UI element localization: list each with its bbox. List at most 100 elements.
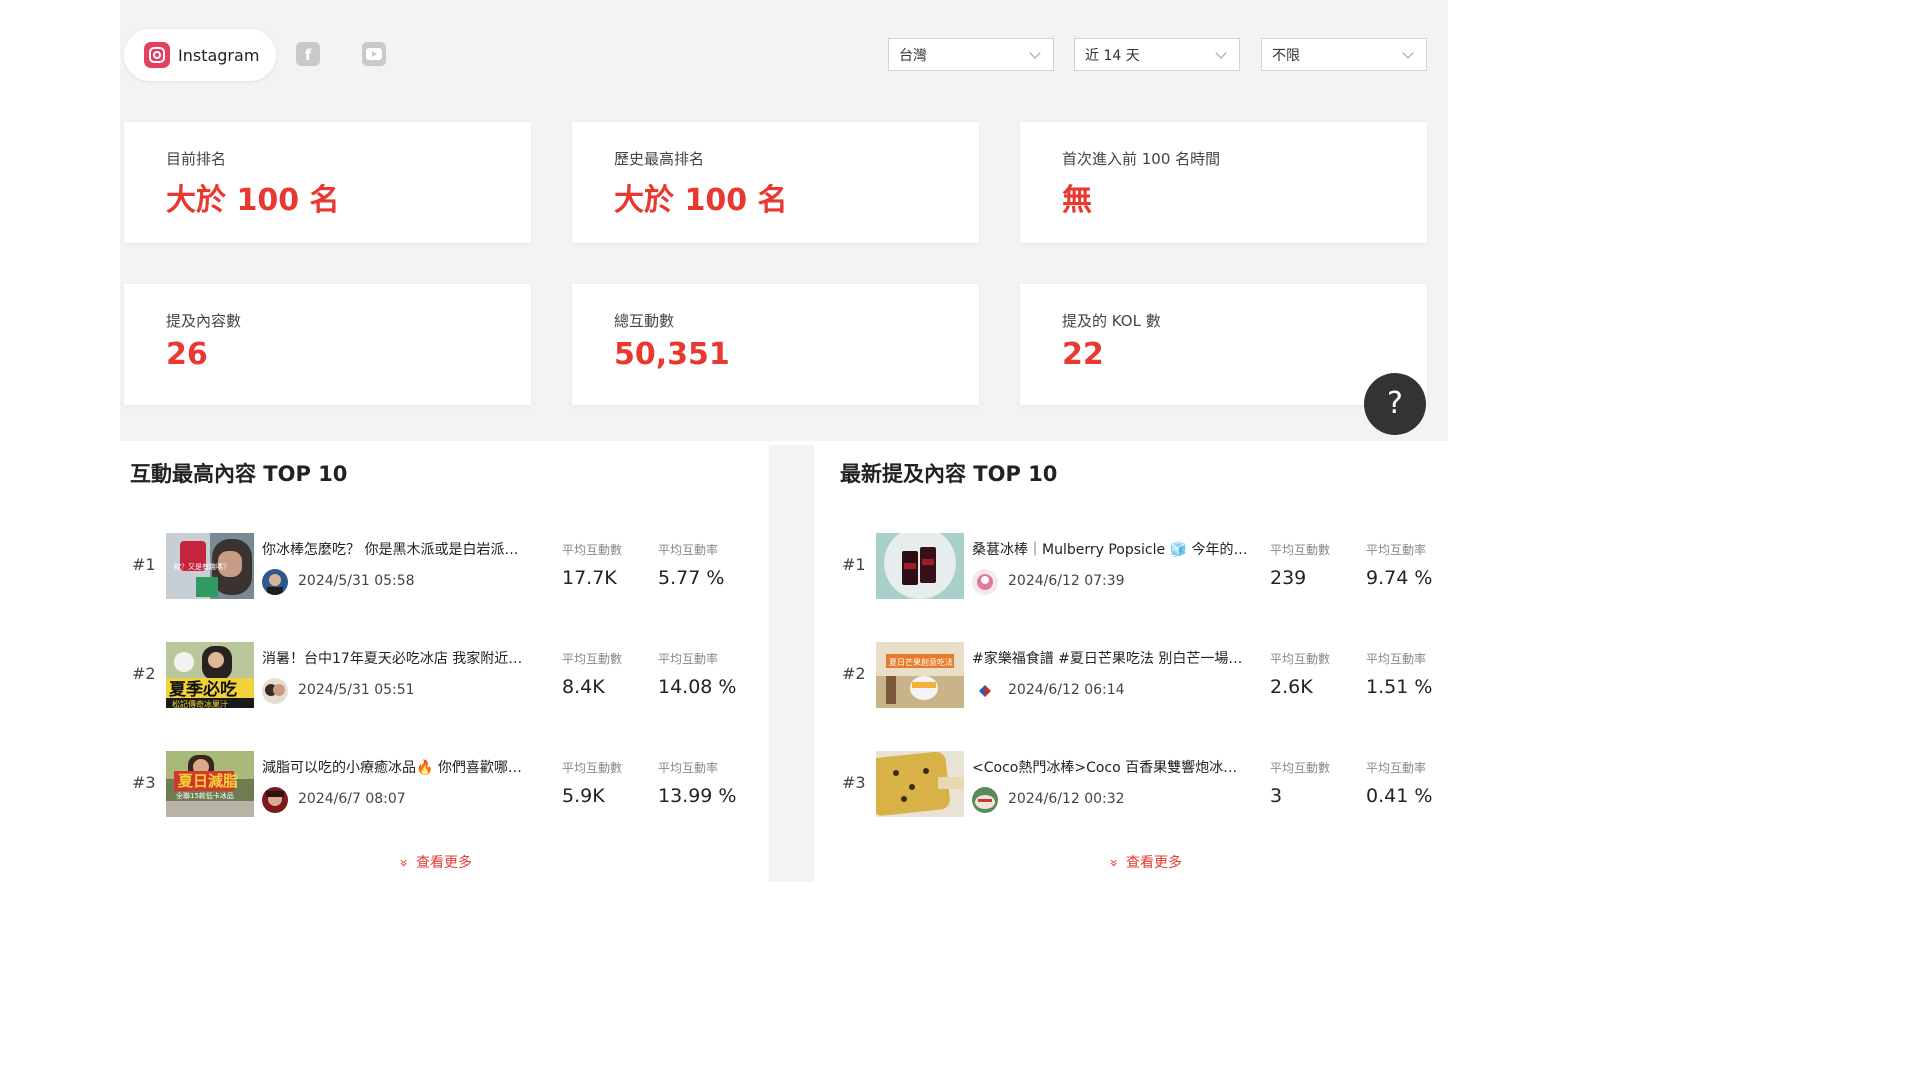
more-latest-mentions-link[interactable]: » 查看更多: [1105, 852, 1183, 872]
chevron-down-icon: [1402, 47, 1414, 59]
post-date: 2024/5/31 05:58: [298, 573, 415, 589]
metric-label-avg-rate: 平均互動率: [658, 652, 719, 666]
metric-avg-interactions: 239: [1270, 567, 1307, 589]
stat-label: 提及內容數: [166, 312, 242, 330]
post-thumbnail: [876, 751, 964, 817]
list-item[interactable]: #1 桑葚冰棒｜Mulberry Popsicle 🧊 今年的… 2024/6/…: [842, 533, 1442, 601]
post-text[interactable]: 桑葚冰棒｜Mulberry Popsicle 🧊 今年的…: [972, 539, 1256, 559]
stat-value: 26: [166, 337, 208, 372]
help-button[interactable]: ?: [1364, 373, 1426, 435]
stat-label: 目前排名: [166, 150, 227, 168]
rank-label: #3: [132, 773, 156, 792]
stat-mention-count: 提及內容數 26: [124, 284, 531, 405]
stat-total-interactions: 總互動數 50,351: [572, 284, 979, 405]
post-date: 2024/6/12 06:14: [1008, 682, 1125, 698]
stat-kol-count: 提及的 KOL 數 22: [1020, 284, 1427, 405]
post-date: 2024/5/31 05:51: [298, 682, 415, 698]
thumb-subcaption: 松記傳奇冰果汁: [172, 699, 228, 708]
list-item[interactable]: #2 夏日芒果創意吃法 #家樂福食譜 #夏日芒果吃法 別白芒一場… 2024/6…: [842, 642, 1442, 710]
type-select-value: 不限: [1272, 47, 1300, 64]
metric-label-avg-rate: 平均互動率: [1366, 652, 1427, 666]
type-select[interactable]: 不限: [1261, 38, 1427, 71]
avatar: [972, 569, 998, 595]
chevron-down-icon: [1215, 47, 1227, 59]
stat-value: 50,351: [614, 337, 730, 372]
stat-current-rank: 目前排名 大於 100 名: [124, 122, 531, 243]
metric-avg-rate: 1.51 %: [1366, 676, 1433, 698]
post-thumbnail: 夏日減脂 全聯15款低卡冰品: [166, 751, 254, 817]
avatar: [262, 569, 288, 595]
stat-label: 歷史最高排名: [614, 150, 705, 168]
stat-label: 總互動數: [614, 312, 675, 330]
post-text[interactable]: #家樂福食譜 #夏日芒果吃法 別白芒一場…: [972, 648, 1256, 668]
post-date: 2024/6/7 08:07: [298, 791, 406, 807]
double-chevron-down-icon: »: [395, 858, 412, 868]
period-select-value: 近 14 天: [1085, 47, 1140, 64]
metric-label-avg-interactions: 平均互動數: [562, 761, 623, 775]
avatar: [262, 678, 288, 704]
metric-label-avg-interactions: 平均互動數: [1270, 652, 1331, 666]
rank-label: #2: [842, 664, 866, 683]
chevron-down-icon: [1029, 47, 1041, 59]
stat-first-top100: 首次進入前 100 名時間 無: [1020, 122, 1427, 243]
metric-avg-interactions: 5.9K: [562, 785, 605, 807]
metric-label-avg-rate: 平均互動率: [658, 761, 719, 775]
thumb-caption: 欸？又是有趣嗎？: [174, 562, 230, 571]
post-thumbnail: 夏日芒果創意吃法: [876, 642, 964, 708]
stat-label: 首次進入前 100 名時間: [1062, 150, 1221, 168]
stat-value: 大於 100 名: [614, 183, 788, 218]
period-select[interactable]: 近 14 天: [1074, 38, 1240, 71]
avatar: [972, 678, 998, 704]
post-date: 2024/6/12 00:32: [1008, 791, 1125, 807]
metric-label-avg-interactions: 平均互動數: [1270, 543, 1331, 557]
metric-avg-rate: 14.08 %: [658, 676, 737, 698]
metric-avg-rate: 13.99 %: [658, 785, 737, 807]
metric-avg-rate: 5.77 %: [658, 567, 725, 589]
column-divider: [769, 445, 814, 882]
thumb-subcaption: 全聯15款低卡冰品: [176, 791, 234, 800]
list-item[interactable]: #2 夏季必吃 松記傳奇冰果汁 消暑！台中17年夏天必吃冰店 我家附近… 202…: [132, 642, 752, 710]
post-text[interactable]: <Coco熱門冰棒>Coco 百香果雙響炮冰…: [972, 757, 1256, 777]
thumb-caption: 夏日減脂: [177, 772, 238, 790]
post-text[interactable]: 消暑！台中17年夏天必吃冰店 我家附近…: [262, 648, 546, 668]
latest-mentions-title: 最新提及內容 TOP 10: [840, 462, 1058, 486]
metric-label-avg-rate: 平均互動率: [658, 543, 719, 557]
more-link-label: 查看更多: [1126, 855, 1183, 871]
stat-best-rank: 歷史最高排名 大於 100 名: [572, 122, 979, 243]
post-thumbnail: [876, 533, 964, 599]
list-item[interactable]: #3 夏日減脂 全聯15款低卡冰品 減脂可以吃的小療癒冰品🔥 你們喜歡哪… 20…: [132, 751, 752, 819]
more-top-engagement-link[interactable]: » 查看更多: [395, 852, 473, 872]
thumb-caption: 夏日芒果創意吃法: [889, 657, 953, 667]
post-text[interactable]: 減脂可以吃的小療癒冰品🔥 你們喜歡哪…: [262, 757, 546, 777]
rank-label: #3: [842, 773, 866, 792]
facebook-icon[interactable]: f: [296, 42, 320, 66]
metric-avg-interactions: 2.6K: [1270, 676, 1313, 698]
more-link-label: 查看更多: [416, 855, 473, 871]
rank-label: #1: [132, 555, 156, 574]
top-engagement-title: 互動最高內容 TOP 10: [130, 462, 348, 486]
post-date: 2024/6/12 07:39: [1008, 573, 1125, 589]
metric-label-avg-interactions: 平均互動數: [562, 543, 623, 557]
metric-label-avg-interactions: 平均互動數: [562, 652, 623, 666]
metric-avg-rate: 0.41 %: [1366, 785, 1433, 807]
list-item[interactable]: #1 欸？又是有趣嗎？ 你冰棒怎麼吃？ 你是黑木派或是白岩派… 2024/5/3…: [132, 533, 752, 601]
youtube-icon[interactable]: [362, 42, 386, 66]
rank-label: #1: [842, 555, 866, 574]
metric-avg-interactions: 3: [1270, 785, 1283, 807]
avatar: [262, 787, 288, 813]
stat-value: 22: [1062, 337, 1104, 372]
double-chevron-down-icon: »: [1105, 858, 1122, 868]
avatar: [972, 787, 998, 813]
metric-label-avg-interactions: 平均互動數: [1270, 761, 1331, 775]
rank-label: #2: [132, 664, 156, 683]
metric-avg-interactions: 8.4K: [562, 676, 605, 698]
metric-label-avg-rate: 平均互動率: [1366, 761, 1427, 775]
region-select[interactable]: 台灣: [888, 38, 1054, 71]
post-text[interactable]: 你冰棒怎麼吃？ 你是黑木派或是白岩派…: [262, 539, 546, 559]
post-thumbnail: 夏季必吃 松記傳奇冰果汁: [166, 642, 254, 708]
stat-label: 提及的 KOL 數: [1062, 312, 1161, 330]
tab-instagram-label: Instagram: [178, 45, 260, 65]
stat-value: 大於 100 名: [166, 183, 340, 218]
tab-instagram[interactable]: Instagram: [124, 29, 276, 81]
list-item[interactable]: #3 <Coco熱門冰棒>Coco 百香果雙響炮冰… 2024/6/12 00:…: [842, 751, 1442, 819]
